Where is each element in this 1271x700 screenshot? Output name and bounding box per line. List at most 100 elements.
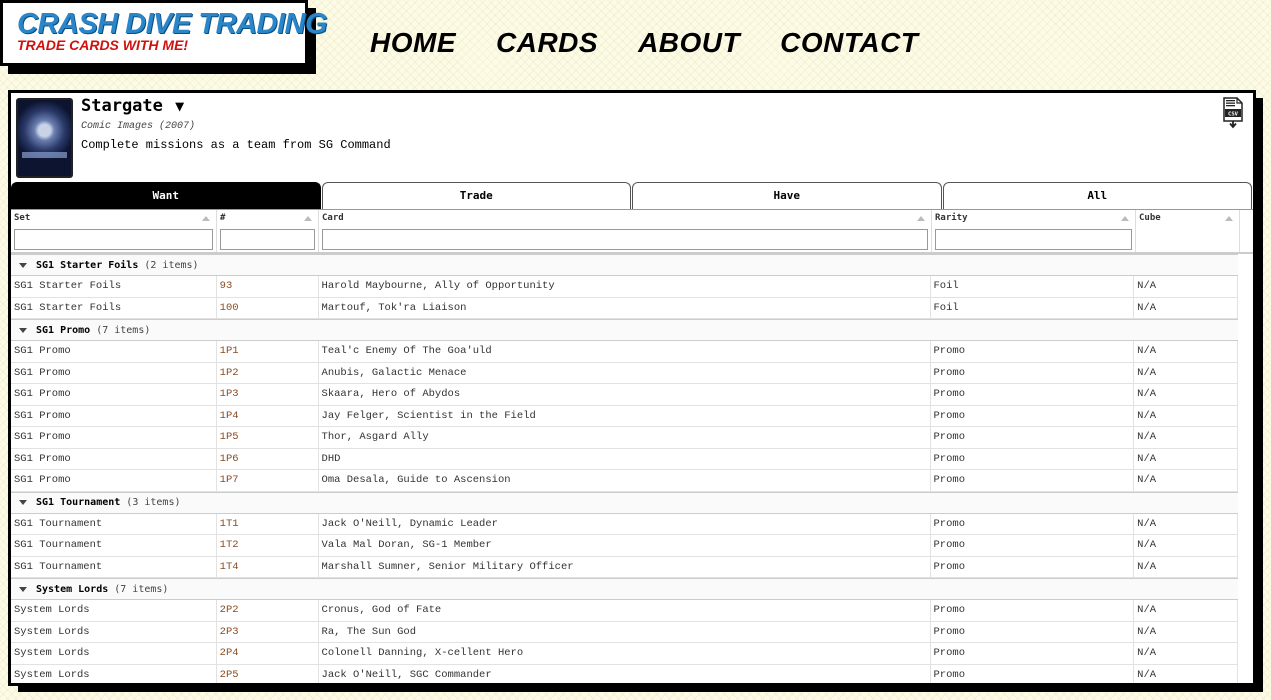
table-row[interactable]: SG1 Promo 1P6 DHD Promo N/A [11, 448, 1239, 470]
set-thumbnail [16, 98, 73, 178]
cell-rarity: Promo [931, 513, 1135, 534]
cell-cube: N/A [1134, 384, 1239, 405]
tab-all[interactable]: All [942, 182, 1252, 209]
csv-download-icon[interactable]: CSV [1221, 97, 1245, 129]
site-logo[interactable]: Crash Dive Trading Trade cards with me! [0, 0, 328, 66]
cell-number: 1P2 [217, 362, 319, 383]
table-row[interactable]: SG1 Promo 1P5 Thor, Asgard Ally Promo N/A [11, 427, 1239, 449]
nav-contact[interactable]: CONTACT [780, 26, 918, 60]
collapse-triangle-icon[interactable] [19, 327, 27, 333]
cell-set: System Lords [11, 664, 217, 683]
tab-trade[interactable]: Trade [321, 182, 631, 209]
cell-cube: N/A [1134, 448, 1239, 469]
cell-card: Colonell Danning, X-cellent Hero [319, 643, 931, 664]
group-header[interactable]: SG1 Tournament (3 items) [11, 491, 1238, 514]
table-row[interactable]: SG1 Promo 1P2 Anubis, Galactic Menace Promo… [11, 362, 1239, 384]
cell-rarity: Foil [931, 276, 1135, 297]
cell-rarity: Promo [931, 556, 1135, 577]
collapse-triangle-icon[interactable] [19, 262, 27, 268]
cell-rarity: Promo [931, 535, 1135, 556]
cell-set: SG1 Promo [11, 341, 217, 362]
cell-number: 1T4 [217, 556, 319, 577]
group-header[interactable]: SG1 Promo (7 items) [11, 319, 1238, 341]
cell-cube: N/A [1134, 621, 1239, 642]
cell-rarity: Promo [931, 643, 1135, 664]
table-row[interactable]: SG1 Starter Foils 93 Harold Maybourne, All… [11, 276, 1239, 298]
cell-card: Cronus, God of Fate [319, 600, 931, 621]
main-nav: HOME CARDS ABOUT CONTACT [370, 26, 918, 60]
set-publisher: Comic Images (2007) [81, 121, 196, 132]
sort-arrow-icon[interactable] [202, 216, 210, 221]
column-set[interactable]: Set [11, 210, 217, 252]
set-title[interactable]: Stargate ▼ [81, 96, 184, 116]
cell-rarity: Promo [931, 427, 1135, 448]
cell-rarity: Promo [931, 384, 1135, 405]
table-row[interactable]: SG1 Tournament 1T4 Marshall Sumner, Senior… [11, 556, 1239, 578]
tab-have[interactable]: Have [632, 182, 942, 209]
cell-rarity: Promo [931, 600, 1135, 621]
group-name: System Lords [36, 583, 109, 595]
cell-set: System Lords [11, 643, 217, 664]
cell-card: Martouf, Tok'ra Liaison [319, 297, 931, 318]
cell-number: 2P4 [217, 643, 319, 664]
table-row[interactable]: System Lords 2P3 Ra, The Sun God Promo N/A [11, 621, 1239, 643]
column-rarity[interactable]: Rarity [932, 210, 1136, 252]
nav-home[interactable]: HOME [370, 26, 456, 60]
column-number[interactable]: # [217, 210, 319, 252]
cell-set: SG1 Promo [11, 405, 217, 426]
table-row[interactable]: SG1 Promo 1P3 Skaara, Hero of Abydos Promo N… [11, 384, 1239, 406]
cell-number: 100 [217, 297, 319, 318]
table-row[interactable]: SG1 Starter Foils 100 Martouf, Tok'ra Liai… [11, 297, 1239, 319]
table-row[interactable]: System Lords 2P5 Jack O'Neill, SGC Command… [11, 664, 1239, 683]
tab-want[interactable]: Want [11, 182, 321, 209]
cell-cube: N/A [1134, 513, 1239, 534]
cell-rarity: Promo [931, 621, 1135, 642]
group-name: SG1 Promo [36, 324, 91, 336]
cell-rarity: Promo [931, 341, 1135, 362]
filter-card-input[interactable] [322, 229, 928, 250]
cell-number: 93 [217, 276, 319, 297]
cards-table: Set # Card Rarity Cube SG1 Starter Foils… [11, 209, 1253, 683]
group-header[interactable]: SG1 Starter Foils (2 items) [11, 254, 1238, 276]
cell-set: SG1 Starter Foils [11, 276, 217, 297]
table-body: SG1 Starter Foils (2 items) SG1 Starter Fo… [11, 254, 1253, 683]
cell-number: 1T2 [217, 535, 319, 556]
cell-number: 1P3 [217, 384, 319, 405]
table-row[interactable]: SG1 Promo 1P4 Jay Felger, Scientist in the… [11, 405, 1239, 427]
column-card[interactable]: Card [319, 210, 932, 252]
set-description: Complete missions as a team from SG Comm… [81, 138, 391, 152]
table-row[interactable]: SG1 Tournament 1T2 Vala Mal Doran, SG-1 Me… [11, 535, 1239, 557]
cell-set: SG1 Promo [11, 384, 217, 405]
table-row[interactable]: SG1 Promo 1P7 Oma Desala, Guide to Ascensi… [11, 470, 1239, 492]
sort-arrow-icon[interactable] [1121, 216, 1129, 221]
sort-arrow-icon[interactable] [917, 216, 925, 221]
filter-rarity-input[interactable] [935, 229, 1132, 250]
cell-card: Thor, Asgard Ally [319, 427, 931, 448]
nav-cards[interactable]: CARDS [496, 26, 598, 60]
cell-cube: N/A [1134, 276, 1239, 297]
table-row[interactable]: SG1 Tournament 1T1 Jack O'Neill, Dynamic L… [11, 513, 1239, 535]
filter-number-input[interactable] [220, 229, 315, 250]
cell-set: SG1 Starter Foils [11, 297, 217, 318]
cell-card: Anubis, Galactic Menace [319, 362, 931, 383]
column-cube[interactable]: Cube [1136, 210, 1240, 252]
nav-about[interactable]: ABOUT [638, 26, 740, 60]
cell-number: 1P5 [217, 427, 319, 448]
cell-card: Skaara, Hero of Abydos [319, 384, 931, 405]
filter-set-input[interactable] [14, 229, 213, 250]
group-header[interactable]: System Lords (7 items) [11, 578, 1238, 600]
group-count: (2 items) [144, 259, 199, 271]
cell-card: Jay Felger, Scientist in the Field [319, 405, 931, 426]
cell-card: Vala Mal Doran, SG-1 Member [319, 535, 931, 556]
cell-set: System Lords [11, 621, 217, 642]
chevron-down-icon[interactable]: ▼ [175, 97, 184, 115]
table-row[interactable]: System Lords 2P4 Colonell Danning, X-celle… [11, 643, 1239, 665]
sort-arrow-icon[interactable] [304, 216, 312, 221]
collapse-triangle-icon[interactable] [19, 500, 27, 505]
table-row[interactable]: SG1 Promo 1P1 Teal'c Enemy Of The Goa'uld P… [11, 341, 1239, 363]
card-list-panel: Stargate ▼ Comic Images (2007) Complete … [8, 90, 1256, 686]
cell-set: System Lords [11, 600, 217, 621]
table-row[interactable]: System Lords 2P2 Cronus, God of Fate Promo N… [11, 600, 1239, 622]
sort-arrow-icon[interactable] [1225, 216, 1233, 221]
collapse-triangle-icon[interactable] [19, 586, 27, 592]
